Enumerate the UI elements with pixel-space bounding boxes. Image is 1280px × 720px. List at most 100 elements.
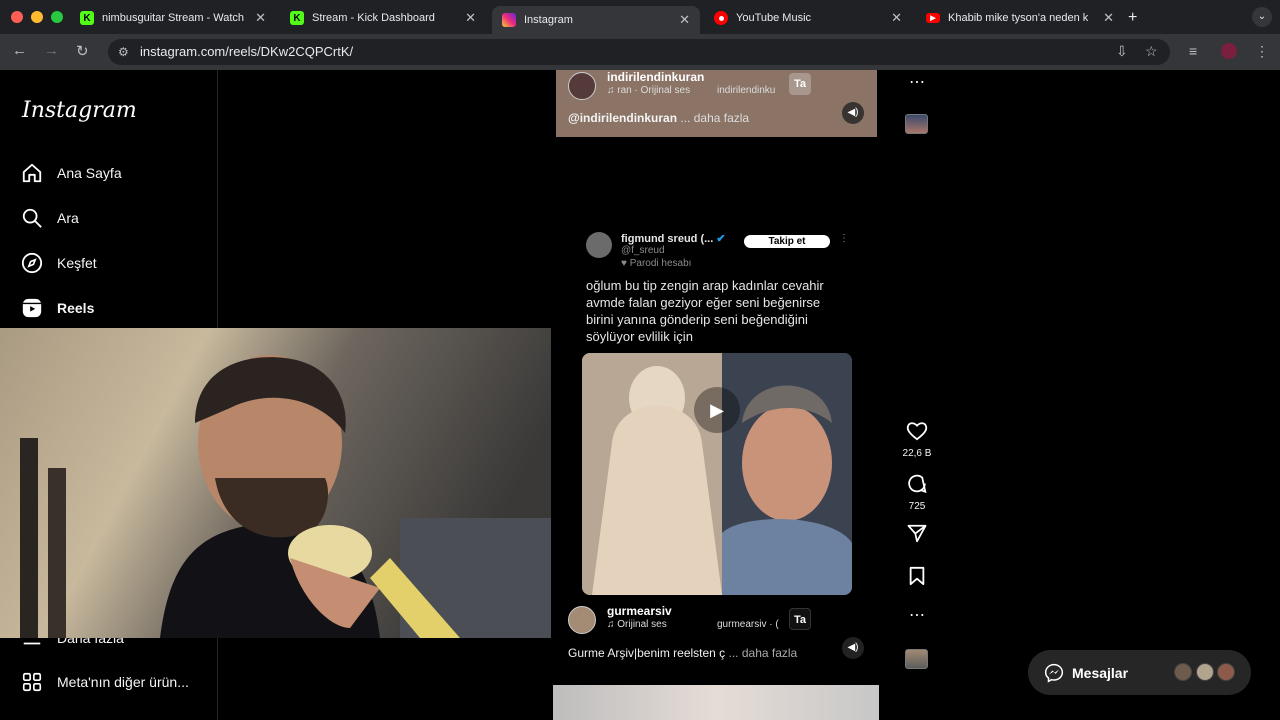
volume-icon[interactable]: ◀)	[842, 637, 864, 659]
tweet-parody-badge: ♥ Parodi hesabı	[621, 258, 692, 269]
youtube-music-icon	[714, 11, 728, 25]
messenger-icon	[1044, 663, 1064, 683]
forward-icon[interactable]: →	[44, 42, 59, 59]
maximize-window-button[interactable]	[51, 11, 63, 23]
kick-icon: K	[80, 11, 94, 25]
tab-title: YouTube Music	[736, 12, 812, 24]
sidebar-item-label: Ana Sayfa	[57, 165, 122, 181]
more-options-icon[interactable]: ⋯	[896, 605, 938, 625]
audio-thumbnail[interactable]	[905, 649, 928, 669]
site-settings-icon[interactable]: ⚙	[118, 39, 129, 65]
browser-tab[interactable]: YouTube Music ✕	[704, 4, 912, 32]
more-options-icon[interactable]: ⋯	[896, 72, 938, 92]
tweet-author: figmund sreud (... ✔	[621, 233, 726, 245]
follow-button[interactable]: Ta	[789, 73, 811, 95]
sidebar-item-label: Keşfet	[57, 255, 97, 271]
reel-card-current[interactable]: figmund sreud (... ✔ @f_sreud ♥ Parodi h…	[556, 215, 877, 630]
reload-icon[interactable]: ↻	[76, 42, 89, 60]
follow-button[interactable]: Ta	[789, 608, 811, 630]
reel-username[interactable]: gurmearsiv	[607, 604, 672, 618]
sidebar-item-reels[interactable]: Reels	[20, 293, 94, 323]
media-control-icon[interactable]: ≡	[1189, 43, 1197, 59]
music-icon: ♫	[607, 85, 618, 96]
kick-icon: K	[290, 11, 304, 25]
avatar	[1196, 663, 1214, 681]
music-icon: ♫	[607, 619, 618, 630]
back-icon[interactable]: ←	[12, 42, 27, 59]
close-tab-icon[interactable]: ✕	[891, 10, 902, 26]
reel-audio[interactable]: ♫ Orijinal ses	[607, 619, 667, 630]
mask-icon: ♥	[621, 258, 630, 269]
browser-tab[interactable]: ▶ Khabib mike tyson'a neden k ✕	[916, 4, 1124, 32]
close-tab-icon[interactable]: ✕	[679, 12, 690, 28]
avatar	[1174, 663, 1192, 681]
browser-tab-bar: K nimbusguitar Stream - Watch ✕ K Stream…	[0, 0, 1280, 34]
tab-search-icon[interactable]: ⌄	[1252, 7, 1272, 27]
tweet-handle: @f_sreud	[621, 245, 665, 256]
sidebar-item-meta-apps[interactable]: Meta'nın diğer ürün...	[20, 667, 189, 697]
reel-audio-user[interactable]: gurmearsiv · (	[717, 619, 779, 630]
reel-card-next[interactable]	[553, 685, 879, 720]
bookmark-icon	[909, 566, 925, 586]
new-tab-icon[interactable]: +	[1128, 4, 1152, 32]
comment-icon	[908, 474, 927, 494]
streamer-image	[0, 328, 551, 638]
youtube-icon: ▶	[926, 13, 940, 23]
like-count: 22,6 B	[902, 448, 932, 459]
browser-tab-active[interactable]: Instagram ✕	[492, 6, 700, 34]
meta-apps-icon	[20, 670, 44, 694]
tweet-text: oğlum bu tip zengin arap kadınlar cevahi…	[586, 278, 824, 344]
address-bar[interactable]: ⚙ instagram.com/reels/DKw2CQPCrtK/	[108, 39, 1170, 65]
install-app-icon[interactable]: ⇩	[1116, 43, 1128, 60]
reel-caption[interactable]: Gurme Arşiv|benim reelsten ç ... daha fa…	[568, 646, 797, 660]
heart-icon	[906, 422, 928, 441]
sidebar-item-label: Meta'nın diğer ürün...	[57, 674, 189, 690]
browser-toolbar: ← → ↻ ⚙ instagram.com/reels/DKw2CQPCrtK/…	[0, 34, 1280, 70]
instagram-logo[interactable]: Instagram	[22, 98, 137, 123]
volume-icon[interactable]: ◀)	[842, 102, 864, 124]
bookmark-star-icon[interactable]: ☆	[1145, 43, 1158, 60]
send-icon	[907, 524, 927, 543]
close-window-button[interactable]	[11, 11, 23, 23]
browser-tab[interactable]: K nimbusguitar Stream - Watch ✕	[70, 4, 276, 32]
save-button[interactable]	[896, 566, 938, 591]
tab-title: Khabib mike tyson'a neden k	[948, 12, 1089, 24]
sidebar-item-label: Ara	[57, 210, 79, 226]
reel-video[interactable]: ▶	[582, 353, 852, 595]
search-icon	[20, 206, 44, 230]
avatar[interactable]	[568, 72, 596, 100]
reels-icon	[20, 296, 44, 320]
sidebar-item-label: Reels	[57, 300, 95, 316]
minimize-window-button[interactable]	[31, 11, 43, 23]
url-text: instagram.com/reels/DKw2CQPCrtK/	[140, 44, 354, 59]
messages-label: Mesajlar	[1072, 664, 1129, 681]
close-tab-icon[interactable]: ✕	[1103, 10, 1114, 26]
reel-audio[interactable]: ♫ ran · Orijinal ses	[607, 85, 690, 96]
tweet-avatar	[586, 232, 612, 258]
tab-title: Stream - Kick Dashboard	[312, 12, 435, 24]
reel-username[interactable]: indirilendinkuran	[607, 70, 704, 84]
messages-button[interactable]: Mesajlar	[1028, 650, 1251, 695]
browser-menu-icon[interactable]: ⋮	[1255, 43, 1269, 60]
home-icon	[20, 161, 44, 185]
reel-card-previous[interactable]: indirilendinkuran ♫ ran · Orijinal ses i…	[556, 70, 877, 137]
tweet-more-icon: ⋮	[839, 233, 849, 244]
sidebar-item-search[interactable]: Ara	[20, 203, 79, 233]
close-tab-icon[interactable]: ✕	[465, 10, 476, 26]
avatar[interactable]	[568, 606, 596, 634]
reel-caption[interactable]: @indirilendinkuran ... daha fazla	[568, 111, 749, 125]
profile-avatar[interactable]	[1221, 43, 1237, 59]
close-tab-icon[interactable]: ✕	[255, 10, 266, 26]
comment-button[interactable]: 725	[896, 473, 938, 512]
sidebar-item-home[interactable]: Ana Sayfa	[20, 158, 122, 188]
browser-tab[interactable]: K Stream - Kick Dashboard ✕	[280, 4, 486, 32]
share-button[interactable]	[896, 524, 938, 548]
comment-count: 725	[908, 501, 926, 512]
play-icon[interactable]: ▶	[694, 387, 740, 433]
tab-title: Instagram	[524, 14, 573, 26]
reel-audio-user[interactable]: indirilendinku	[717, 85, 775, 96]
audio-thumbnail[interactable]	[905, 114, 928, 134]
webcam-overlay	[0, 328, 551, 638]
sidebar-item-explore[interactable]: Keşfet	[20, 248, 97, 278]
like-button[interactable]: 22,6 B	[896, 421, 938, 459]
